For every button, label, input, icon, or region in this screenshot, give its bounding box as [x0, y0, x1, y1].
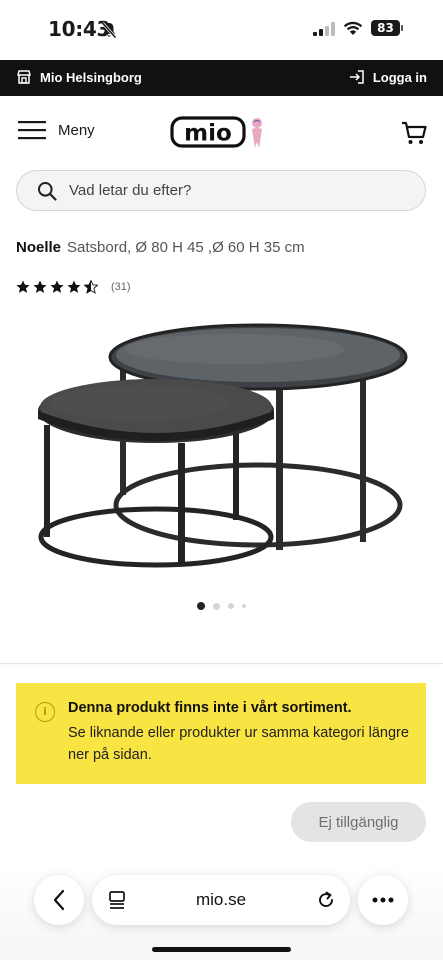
url-text: mio.se	[195, 890, 247, 909]
section-divider	[0, 663, 443, 664]
battery-level: 83	[371, 20, 400, 36]
hamburger-icon	[18, 121, 46, 140]
rating-count: (31)	[111, 281, 131, 293]
more-button[interactable]	[358, 875, 408, 925]
store-selector[interactable]: Mio Helsingborg	[16, 69, 142, 85]
more-dots-icon	[372, 897, 394, 903]
search-input[interactable]: Vad letar du efter?	[16, 170, 426, 211]
site-header: Meny mio	[0, 96, 443, 168]
notice-title: Denna produkt finns inte i vårt sortimen…	[68, 700, 352, 716]
store-name: Mio Helsingborg	[40, 69, 142, 85]
search-placeholder: Vad letar du efter?	[69, 182, 192, 199]
search-icon	[38, 181, 57, 201]
star-icon	[16, 280, 30, 293]
unavailable-button[interactable]: Ej tillgänglig	[291, 802, 426, 842]
pagination-dot[interactable]	[213, 602, 220, 610]
product-title: Noelle Satsbord, Ø 80 H 45 ,Ø 60 H 35 cm	[16, 239, 305, 256]
mio-logo[interactable]: mio	[170, 114, 270, 150]
star-icon	[67, 280, 81, 293]
pagination-dot[interactable]	[228, 603, 234, 609]
product-rating[interactable]: (31)	[16, 280, 131, 294]
notice-text: Se liknande eller produkter ur samma kat…	[68, 725, 409, 763]
star-icon	[33, 280, 47, 293]
login-icon	[349, 70, 364, 84]
store-bar: Mio Helsingborg Logga in	[0, 60, 443, 96]
product-image[interactable]	[30, 315, 415, 585]
battery-icon: 83	[371, 20, 403, 36]
product-brand: Noelle	[16, 239, 62, 256]
login-label: Logga in	[372, 69, 427, 85]
product-description: Satsbord, Ø 80 H 45 ,Ø 60 H 35 cm	[67, 239, 305, 256]
image-pagination[interactable]	[0, 602, 443, 610]
address-bar[interactable]: mio.se	[92, 875, 350, 925]
info-icon: i	[35, 702, 55, 722]
browser-toolbar: mio.se	[0, 864, 443, 960]
bell-off-icon	[101, 21, 117, 39]
menu-label: Meny	[58, 121, 95, 139]
star-half-icon	[84, 280, 98, 294]
signal-icon	[313, 22, 335, 36]
login-link[interactable]: Logga in	[349, 69, 427, 85]
unavailable-notice: i Denna produkt finns inte i vårt sortim…	[16, 683, 426, 784]
store-icon	[17, 70, 31, 84]
pagination-dot-active[interactable]	[197, 602, 205, 610]
back-button[interactable]	[34, 875, 84, 925]
wifi-icon	[343, 21, 363, 35]
status-bar: 10:43 83	[0, 0, 443, 60]
pagination-dot[interactable]	[242, 604, 246, 608]
reload-icon[interactable]	[316, 890, 336, 910]
chevron-left-icon	[53, 889, 65, 911]
menu-button[interactable]: Meny	[18, 120, 95, 140]
logo-text: mio	[184, 121, 232, 147]
home-indicator	[152, 947, 291, 952]
cart-icon[interactable]	[401, 120, 427, 146]
star-icon	[50, 280, 64, 293]
